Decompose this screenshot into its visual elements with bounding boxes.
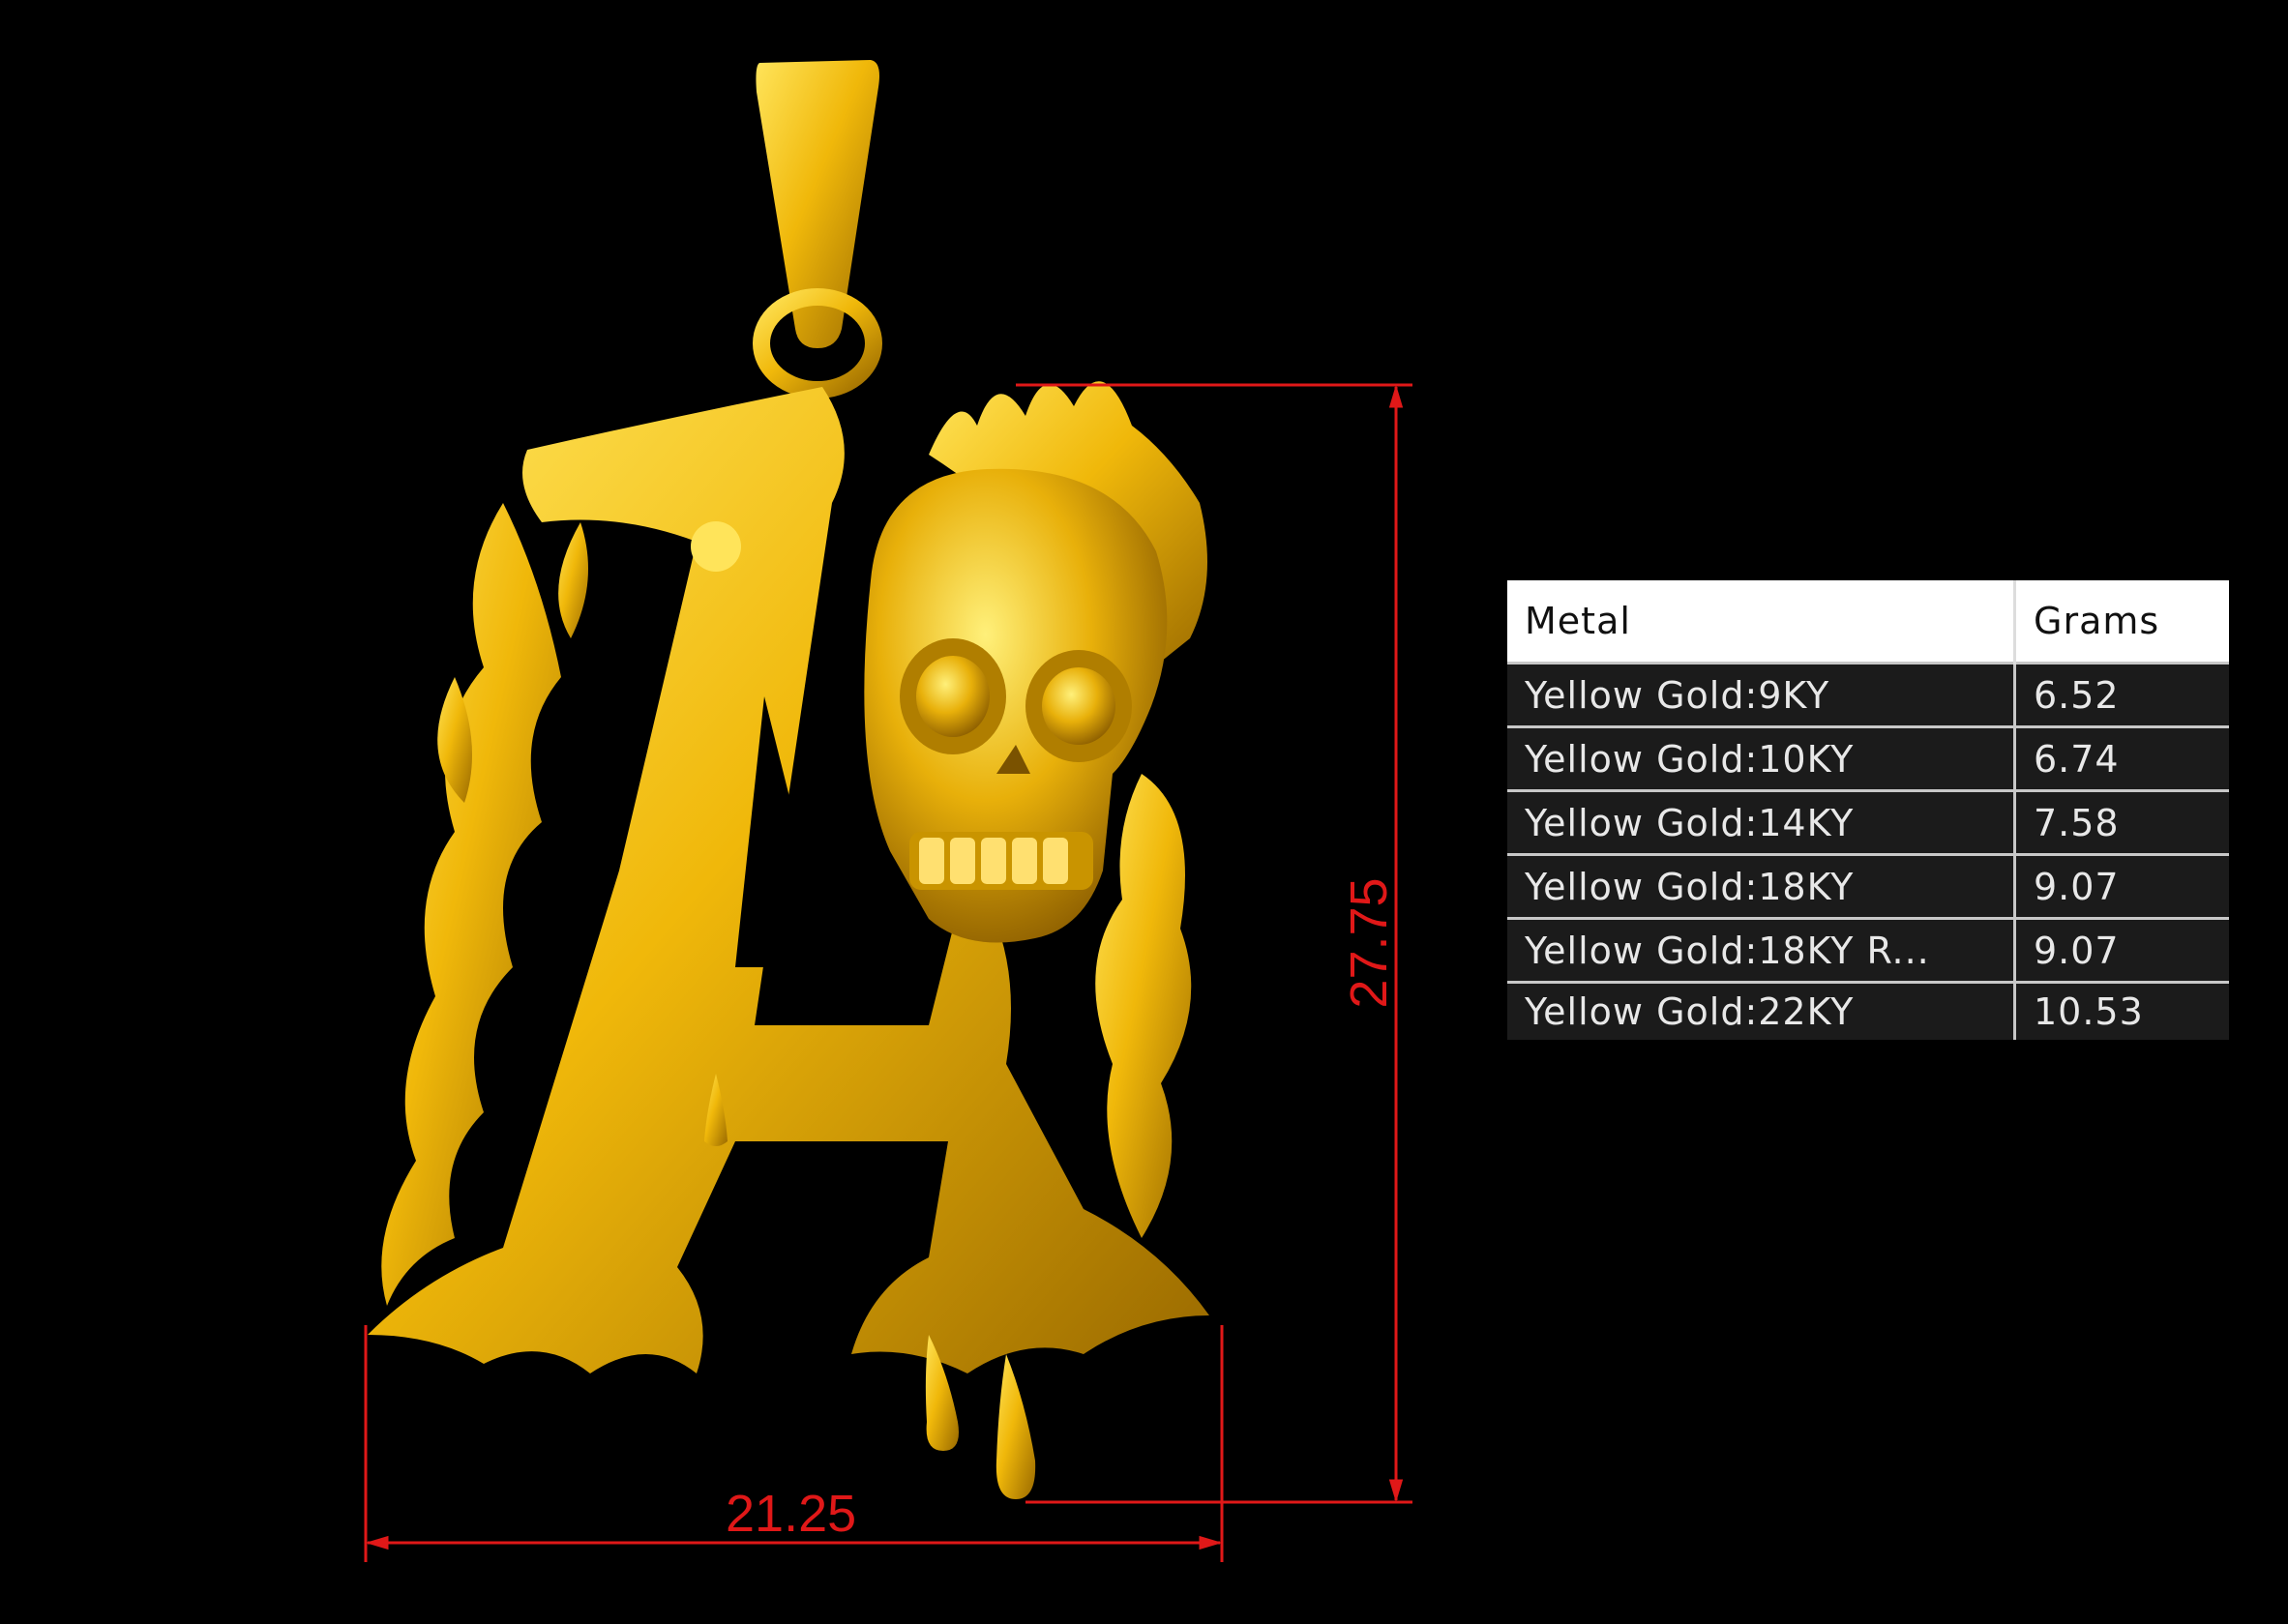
grams-cell: 6.52 <box>2014 662 2229 727</box>
table-row: Yellow Gold:10KY 6.74 <box>1507 725 2229 791</box>
metal-weight-table: Metal Grams Yellow Gold:9KY 6.52 Yellow … <box>1507 580 2229 1040</box>
width-dimension-label: 21.25 <box>726 1485 857 1543</box>
height-dimension-label: 27.75 <box>1340 877 1398 1009</box>
grams-column-header: Grams <box>2014 580 2229 664</box>
table-row: Yellow Gold:18KY R... 9.07 <box>1507 917 2229 983</box>
pendant-bail <box>753 60 882 399</box>
metal-cell: Yellow Gold:10KY <box>1507 725 2016 791</box>
table-row: Yellow Gold:22KY 10.53 <box>1507 981 2229 1040</box>
table-row: Yellow Gold:18KY 9.07 <box>1507 853 2229 919</box>
metal-cell: Yellow Gold:18KY R... <box>1507 917 2016 983</box>
grams-cell: 6.74 <box>2014 725 2229 791</box>
metal-cell: Yellow Gold:18KY <box>1507 853 2016 919</box>
table-row: Yellow Gold:9KY 6.52 <box>1507 662 2229 727</box>
metal-cell: Yellow Gold:14KY <box>1507 789 2016 855</box>
table-row: Yellow Gold:14KY 7.58 <box>1507 789 2229 855</box>
metal-cell: Yellow Gold:9KY <box>1507 662 2016 727</box>
grams-cell: 7.58 <box>2014 789 2229 855</box>
metal-cell: Yellow Gold:22KY <box>1507 981 2016 1040</box>
grams-cell: 10.53 <box>2014 981 2229 1040</box>
table-header-row: Metal Grams <box>1507 580 2229 664</box>
grams-cell: 9.07 <box>2014 917 2229 983</box>
grams-cell: 9.07 <box>2014 853 2229 919</box>
metal-column-header: Metal <box>1507 580 2016 664</box>
